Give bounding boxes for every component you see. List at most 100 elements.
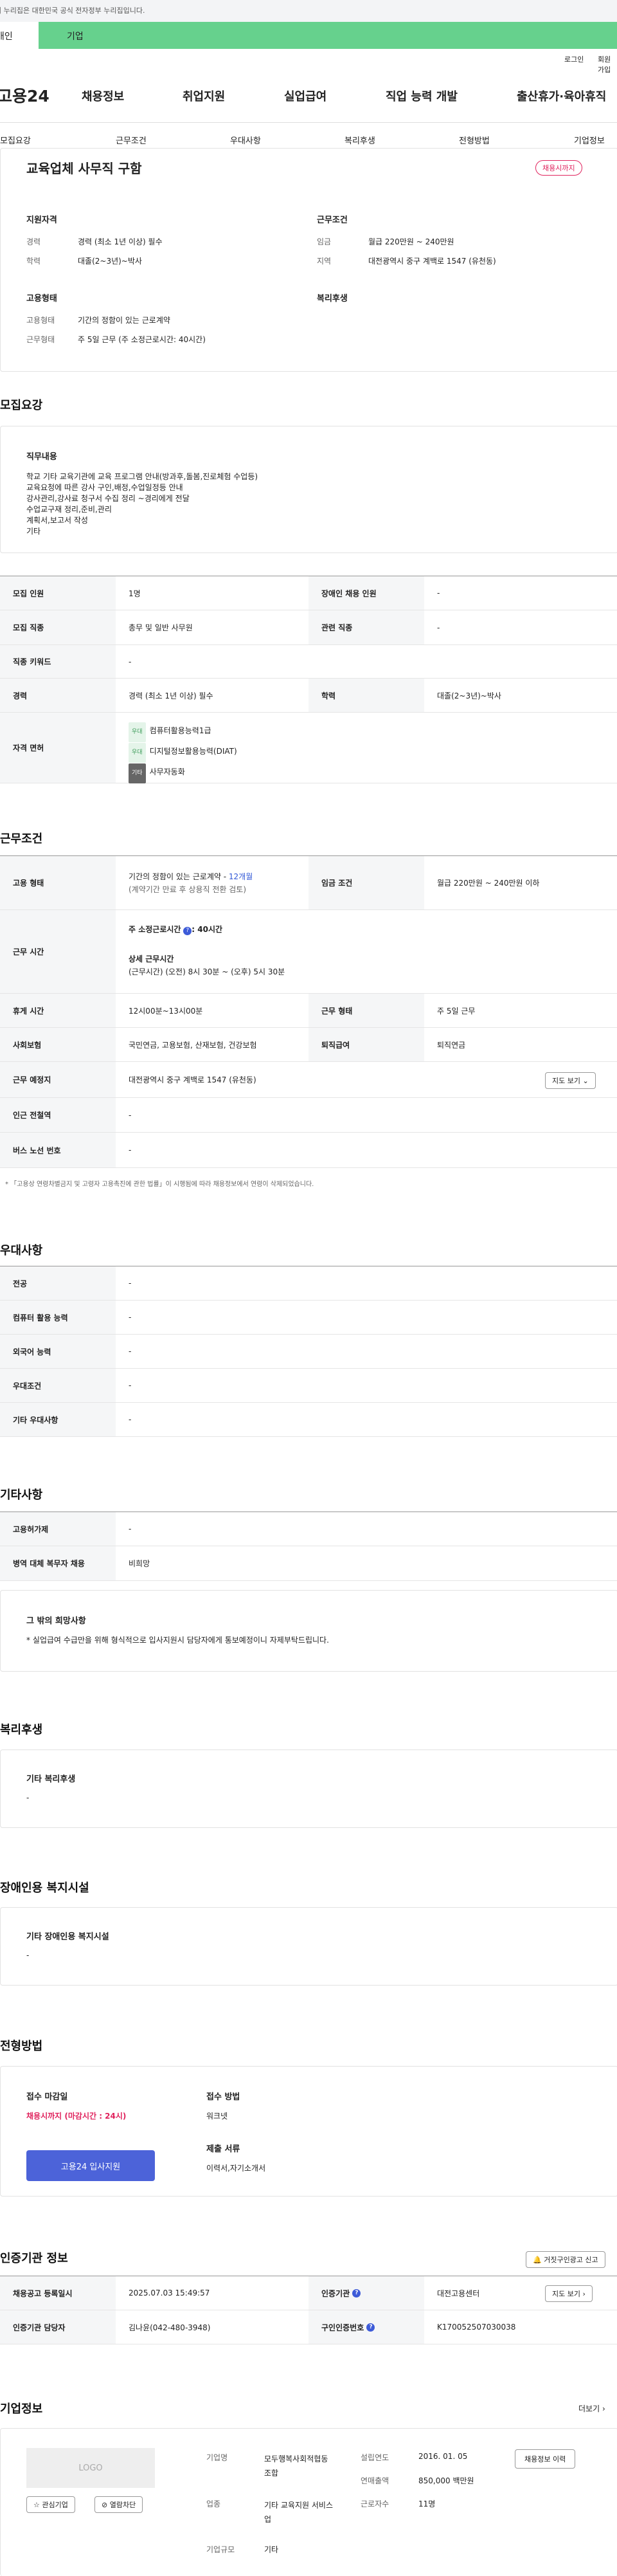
wage-label: 임금 조건 xyxy=(308,856,424,909)
more-link[interactable]: 더보기 › xyxy=(578,2403,605,2414)
other-heading: 그 밖의 희망사항 xyxy=(26,1616,86,1626)
company-logo: LOGO xyxy=(26,2448,155,2488)
work-table: 고용 형태 기간의 정함이 있는 근로계약 - 12개월 (계약기간 만료 후 … xyxy=(0,855,617,1169)
table-row: 모집 인원 1명 장애인 채용 인원 - xyxy=(0,576,617,610)
subnav-process[interactable]: 전형방법 xyxy=(459,134,490,146)
retire-value: 퇴직연금 xyxy=(437,1040,466,1050)
cert-map-button[interactable]: 지도 보기 › xyxy=(545,2285,593,2302)
map-button-label: 지도 보기 xyxy=(552,1077,580,1085)
cert-table: 채용공고 등록일시 2025.07.03 15:49:57 인증기관 ? 대전고… xyxy=(0,2276,617,2344)
company-card: LOGO ☆ 관심기업 ⊘ 열람차단 기업명 모두행복사회적협동조합 업종 기타… xyxy=(0,2428,617,2576)
edu-value: 대졸(2~3년)~박사 xyxy=(437,691,501,700)
license-badge: 기타 xyxy=(129,763,146,783)
welfare-card: 기타 복리후생 - xyxy=(0,1749,617,1828)
subnav-welfare[interactable]: 복리후생 xyxy=(344,134,375,146)
license-name: 사무자동화 xyxy=(149,767,185,776)
gnb-item-training[interactable]: 직업 능력 개발 xyxy=(386,87,458,104)
info-icon[interactable]: ? xyxy=(183,927,192,935)
subnav-company[interactable]: 기업정보 xyxy=(574,134,605,146)
gnb-item-parental-leave[interactable]: 출산휴가·육아휴직 xyxy=(517,87,606,104)
gnb-item-unemployment-benefit[interactable]: 실업급여 xyxy=(284,87,326,104)
gnb-item-employment-support[interactable]: 취업지원 xyxy=(183,87,225,104)
company-heading: 기업정보 xyxy=(0,2402,43,2416)
etc-table: 고용허가제 - 병역 대체 복무자 채용 비희망 xyxy=(0,1512,617,1581)
name-label: 기업명 xyxy=(206,2453,228,2462)
summary-card: 교육업체 사무직 구함 채용시까지 지원자격 경력 경력 (최소 1년 이상) … xyxy=(0,148,617,372)
num-value: K170052507030038 xyxy=(437,2323,516,2332)
welfare-heading: 복리후생 xyxy=(0,1723,43,1737)
tab-corp[interactable]: 기업 xyxy=(39,22,617,49)
jobs-history-button[interactable]: 채용정보 이력 xyxy=(515,2449,576,2469)
emp-value: 기간의 정함이 있는 근로계약 xyxy=(78,316,170,325)
site-logo[interactable]: 고용24 xyxy=(0,84,49,107)
block-button[interactable]: ⊘ 열람차단 xyxy=(94,2496,143,2513)
table-row: 근무 시간 주 소정근로시간 ?: 40시간 상세 근무시간 (근무시간) (오… xyxy=(0,910,617,994)
fav-button[interactable]: ☆ 관심기업 xyxy=(26,2496,75,2513)
work-value: 주 5일 근무 (주 소정근로시간: 40시간) xyxy=(78,335,206,344)
org-value: 대전고용센터 xyxy=(437,2288,480,2298)
info-icon[interactable]: ? xyxy=(352,2288,361,2297)
join-link[interactable]: 회원가입 xyxy=(598,54,617,75)
retire-label: 퇴직급여 xyxy=(308,1028,424,1061)
keyword-label: 직종 키워드 xyxy=(0,645,116,678)
wage-label: 임금 xyxy=(317,237,332,246)
etc-value: 비희망 xyxy=(129,1559,150,1568)
other-card: 그 밖의 희망사항 * 실업급여 수급만을 위해 형식적으로 입사지원시 담당자… xyxy=(0,1590,617,1672)
report-button[interactable]: 🔔 거짓구인광고 신고 xyxy=(526,2251,605,2268)
found-value: 2016. 01. 05 xyxy=(418,2452,468,2461)
tab-corp-label: 기업 xyxy=(67,32,84,42)
deadline-label: 접수 마감일 xyxy=(26,2092,68,2102)
emp-value: 기간의 정함이 있는 근로계약 - xyxy=(129,872,229,881)
license-name: 컴퓨터활용능력1급 xyxy=(149,726,211,735)
biz-value: 기타 교육지원 서비스업 xyxy=(264,2501,333,2524)
hours-detail-label: 상세 근무시간 xyxy=(129,955,174,964)
process-heading: 전형방법 xyxy=(0,2040,43,2053)
wage-value: 월급 220만원 ~ 240만원 이하 xyxy=(437,879,540,888)
pref-label: 외국어 능력 xyxy=(0,1335,116,1368)
etc-label: 고용허가제 xyxy=(0,1512,116,1546)
job-value: 총무 및 일반 사무원 xyxy=(129,623,193,632)
block-icon: ⊘ xyxy=(102,2501,108,2509)
duty-line: 계획서,보고서 작성 xyxy=(26,516,88,525)
career-label: 경력 xyxy=(0,679,116,712)
site-tabs: 개인 기업 xyxy=(0,22,617,49)
reg-label: 채용공고 등록일시 xyxy=(0,2276,116,2310)
duty-line: 교육요청에 따른 강사 구인,배정,수업일정등 안내 xyxy=(26,483,183,492)
map-button[interactable]: 지도 보기 ⌄ xyxy=(545,1072,596,1089)
reg-value: 2025.07.03 15:49:57 xyxy=(129,2288,210,2297)
biz-label: 업종 xyxy=(206,2499,221,2508)
age-notice: * 「고용상 연령차별금지 및 고령자 고용촉진에 관한 법률」이 시행됨에 따… xyxy=(5,1181,314,1188)
station-label: 인근 전철역 xyxy=(0,1098,116,1132)
subnav-recruit[interactable]: 모집요강 xyxy=(0,134,31,146)
count-value: 1명 xyxy=(129,589,141,598)
count-label: 모집 인원 xyxy=(0,576,116,610)
form-label: 근무 형태 xyxy=(308,994,424,1027)
mgr-value: 김나윤(042-480-3948) xyxy=(129,2323,211,2332)
pref-value: - xyxy=(129,1381,132,1390)
info-icon[interactable]: ? xyxy=(366,2323,375,2332)
login-link[interactable]: 로그인 xyxy=(564,54,584,64)
table-row: 경력 경력 (최소 1년 이상) 필수 학력 대졸(2~3년)~박사 xyxy=(0,679,617,713)
rest-value: 12시00분~13시00분 xyxy=(129,1006,203,1016)
station-value: - xyxy=(129,1110,132,1120)
num-label-text: 구인인증번호 xyxy=(321,2323,364,2332)
pref-label: 컴퓨터 활용 능력 xyxy=(0,1301,116,1334)
apply-button[interactable]: 고용24 입사지원 xyxy=(26,2150,155,2181)
hours-week-label: 주 소정근로시간 xyxy=(129,925,181,934)
region-label: 지역 xyxy=(317,257,332,266)
emp-heading: 고용형태 xyxy=(26,294,57,304)
table-row: 고용허가제 - xyxy=(0,1512,617,1546)
table-row: 버스 노선 번호 - xyxy=(0,1133,617,1168)
pref-value: - xyxy=(129,1347,132,1356)
subnav-pref[interactable]: 우대사항 xyxy=(230,134,261,146)
name-value: 모두행복사회적협동조합 xyxy=(264,2454,328,2478)
duty-heading: 직무내용 xyxy=(26,452,57,462)
subnav-work[interactable]: 근무조건 xyxy=(116,134,147,146)
related-label: 관련 직종 xyxy=(308,610,424,644)
gnb-item-jobs[interactable]: 채용정보 xyxy=(82,87,124,104)
tab-personal[interactable]: 개인 xyxy=(0,22,39,49)
etc-heading: 기타사항 xyxy=(0,1488,43,1502)
wage-value: 월급 220만원 ~ 240만원 xyxy=(368,237,454,246)
edu-label: 학력 xyxy=(308,679,424,712)
disabled-value: - xyxy=(437,589,440,598)
